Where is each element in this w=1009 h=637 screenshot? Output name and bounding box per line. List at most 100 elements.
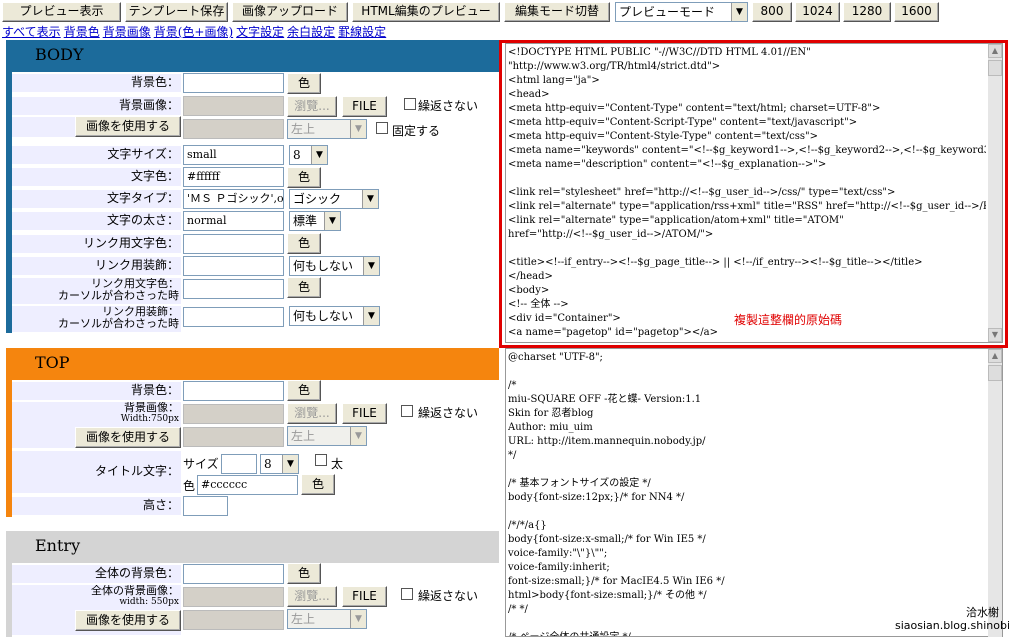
body-bgcolor-button[interactable]: 色: [287, 73, 321, 94]
css-code-textarea[interactable]: @charset "UTF-8"; /* miu-SQUARE OFF -花と蝶-…: [505, 348, 1003, 637]
body-color-button[interactable]: 色: [287, 167, 321, 188]
code-line: <meta name="keywords" content="<!--$g_ke…: [508, 145, 986, 156]
preview-button[interactable]: プレビュー表示: [2, 2, 121, 22]
width-1600-button[interactable]: 1600: [894, 2, 939, 22]
upload-image-button[interactable]: 画像アップロード: [232, 2, 348, 22]
body-bgimage-input[interactable]: [183, 96, 284, 116]
body-useimage-button[interactable]: 画像を使用する: [75, 116, 181, 137]
link-text-settings[interactable]: 文字設定: [236, 25, 284, 39]
chevron-down-icon: ▼: [311, 146, 327, 164]
body-fixed-checkbox[interactable]: [376, 122, 388, 134]
toggle-mode-button[interactable]: 編集モード切替: [504, 2, 610, 22]
body-useimage-input[interactable]: [183, 119, 284, 139]
body-bgcolor-input[interactable]: [183, 73, 284, 93]
body-weight-select[interactable]: 標準 ▼: [289, 211, 341, 231]
body-hoverdeco-label-line2: カーソルが合わさった時: [58, 317, 179, 330]
entry-useimage-input[interactable]: [183, 610, 284, 630]
link-show-all[interactable]: すべて表示: [2, 25, 61, 39]
code-line: @charset "UTF-8";: [508, 352, 603, 363]
body-linkdeco-select[interactable]: 何もしない ▼: [289, 256, 380, 276]
body-position-select[interactable]: 左上 ▼: [287, 119, 367, 139]
width-800-button[interactable]: 800: [752, 2, 792, 22]
top-size-select[interactable]: 8 ▼: [260, 454, 299, 474]
body-browse-button[interactable]: 瀏覽...: [287, 96, 337, 117]
top-bgcolor-button[interactable]: 色: [287, 380, 321, 401]
entry-bgcolor-input[interactable]: [183, 564, 284, 584]
body-weight-input[interactable]: normal: [183, 211, 284, 231]
top-position-select[interactable]: 左上 ▼: [287, 426, 367, 446]
entry-position-select[interactable]: 左上 ▼: [287, 609, 367, 629]
body-linkdeco-input[interactable]: [183, 256, 284, 276]
scroll-thumb[interactable]: [988, 365, 1002, 381]
entry-bgimage-label-text: 全体の背景画像：: [91, 585, 179, 597]
code-line: voice-family:"\"}\"";: [508, 548, 608, 559]
chevron-down-icon: ▼: [363, 257, 379, 275]
body-linkcolor-input[interactable]: [183, 234, 284, 254]
body-norepeat-checkbox[interactable]: [404, 98, 416, 110]
top-bold-checkbox[interactable]: [315, 454, 327, 466]
top-color-label: 色: [183, 479, 196, 493]
width-1280-button[interactable]: 1280: [843, 2, 891, 22]
width-1024-button[interactable]: 1024: [795, 2, 840, 22]
watermark-name: 洽水榭: [966, 606, 999, 619]
code-line: /*: [508, 380, 517, 391]
code-line: /* */: [508, 604, 528, 615]
code-line: */: [508, 450, 517, 461]
top-browse-button[interactable]: 瀏覽...: [287, 403, 337, 424]
top-bgcolor-input[interactable]: [183, 381, 284, 401]
entry-useimage-button[interactable]: 画像を使用する: [75, 610, 181, 631]
body-fontsize-input[interactable]: small: [183, 145, 284, 165]
link-bg-both[interactable]: 背景(色+画像): [154, 25, 233, 39]
mode-select-value: プレビューモード: [619, 5, 716, 19]
save-template-button[interactable]: テンプレート保存: [125, 2, 228, 22]
top-useimage-button[interactable]: 画像を使用する: [75, 427, 181, 448]
link-margin-settings[interactable]: 余白設定: [287, 25, 335, 39]
body-fonttype-input[interactable]: 'ＭＳ Ｐゴシック',o: [183, 189, 284, 209]
body-hovercolor-button[interactable]: 色: [287, 277, 321, 298]
top-size-input[interactable]: [221, 454, 257, 474]
body-hoverdeco-label: リンク用装飾： カーソルが合わさった時: [12, 306, 181, 332]
code-line: Author: miu_uim: [508, 422, 593, 433]
entry-file-button[interactable]: FILE: [342, 586, 387, 607]
body-fonttype-select[interactable]: ゴシック ▼: [289, 189, 379, 209]
entry-browse-button[interactable]: 瀏覽...: [287, 586, 337, 607]
top-color-button[interactable]: 色: [301, 474, 335, 495]
entry-bgcolor-button[interactable]: 色: [287, 563, 321, 584]
top-norepeat-checkbox[interactable]: [401, 405, 413, 417]
html-preview-button[interactable]: HTML編集のプレビュー: [352, 2, 500, 22]
link-bgimage[interactable]: 背景画像: [103, 25, 151, 39]
body-file-button[interactable]: FILE: [342, 96, 387, 117]
top-bgcolor-label: 背景色：: [12, 382, 181, 400]
link-bgcolor[interactable]: 背景色: [64, 25, 100, 39]
scroll-up-icon[interactable]: ▲: [988, 44, 1002, 58]
html-code-textarea[interactable]: <!DOCTYPE HTML PUBLIC "-//W3C//DTD HTML …: [505, 43, 1003, 343]
body-hoverdeco-input[interactable]: [183, 307, 284, 327]
scroll-down-icon[interactable]: ▼: [988, 328, 1002, 342]
chevron-down-icon: ▼: [324, 212, 340, 230]
html-code-scrollbar[interactable]: ▲ ▼: [988, 44, 1002, 342]
css-code-scrollbar[interactable]: ▲: [988, 349, 1002, 637]
top-file-button[interactable]: FILE: [342, 403, 387, 424]
code-line: href="http://<!--$g_user_id-->/ATOM/">: [508, 229, 714, 240]
body-linkcolor-button[interactable]: 色: [287, 233, 321, 254]
body-color-input[interactable]: #ffffff: [183, 167, 284, 187]
link-border-settings[interactable]: 罫線設定: [338, 25, 386, 39]
body-hovercolor-input[interactable]: [183, 279, 284, 299]
scroll-up-icon[interactable]: ▲: [988, 349, 1002, 363]
top-height-input[interactable]: [183, 496, 228, 516]
code-line: /*/*/a{}: [508, 520, 547, 531]
html-code-content: <!DOCTYPE HTML PUBLIC "-//W3C//DTD HTML …: [508, 46, 986, 342]
entry-norepeat-checkbox[interactable]: [401, 588, 413, 600]
top-useimage-input[interactable]: [183, 427, 284, 447]
mode-select[interactable]: プレビューモード ▼: [615, 2, 748, 22]
body-linkcolor-label: リンク用文字色：: [12, 235, 181, 253]
body-weight-label: 文字の太さ：: [12, 212, 181, 230]
top-color-input[interactable]: #cccccc: [197, 475, 298, 495]
top-bgimage-input[interactable]: [183, 404, 284, 424]
scroll-thumb[interactable]: [988, 60, 1002, 76]
body-hoverdeco-select[interactable]: 何もしない ▼: [289, 306, 380, 326]
body-fontsize-select[interactable]: 8 ▼: [289, 145, 328, 165]
entry-bgimage-input[interactable]: [183, 587, 284, 607]
